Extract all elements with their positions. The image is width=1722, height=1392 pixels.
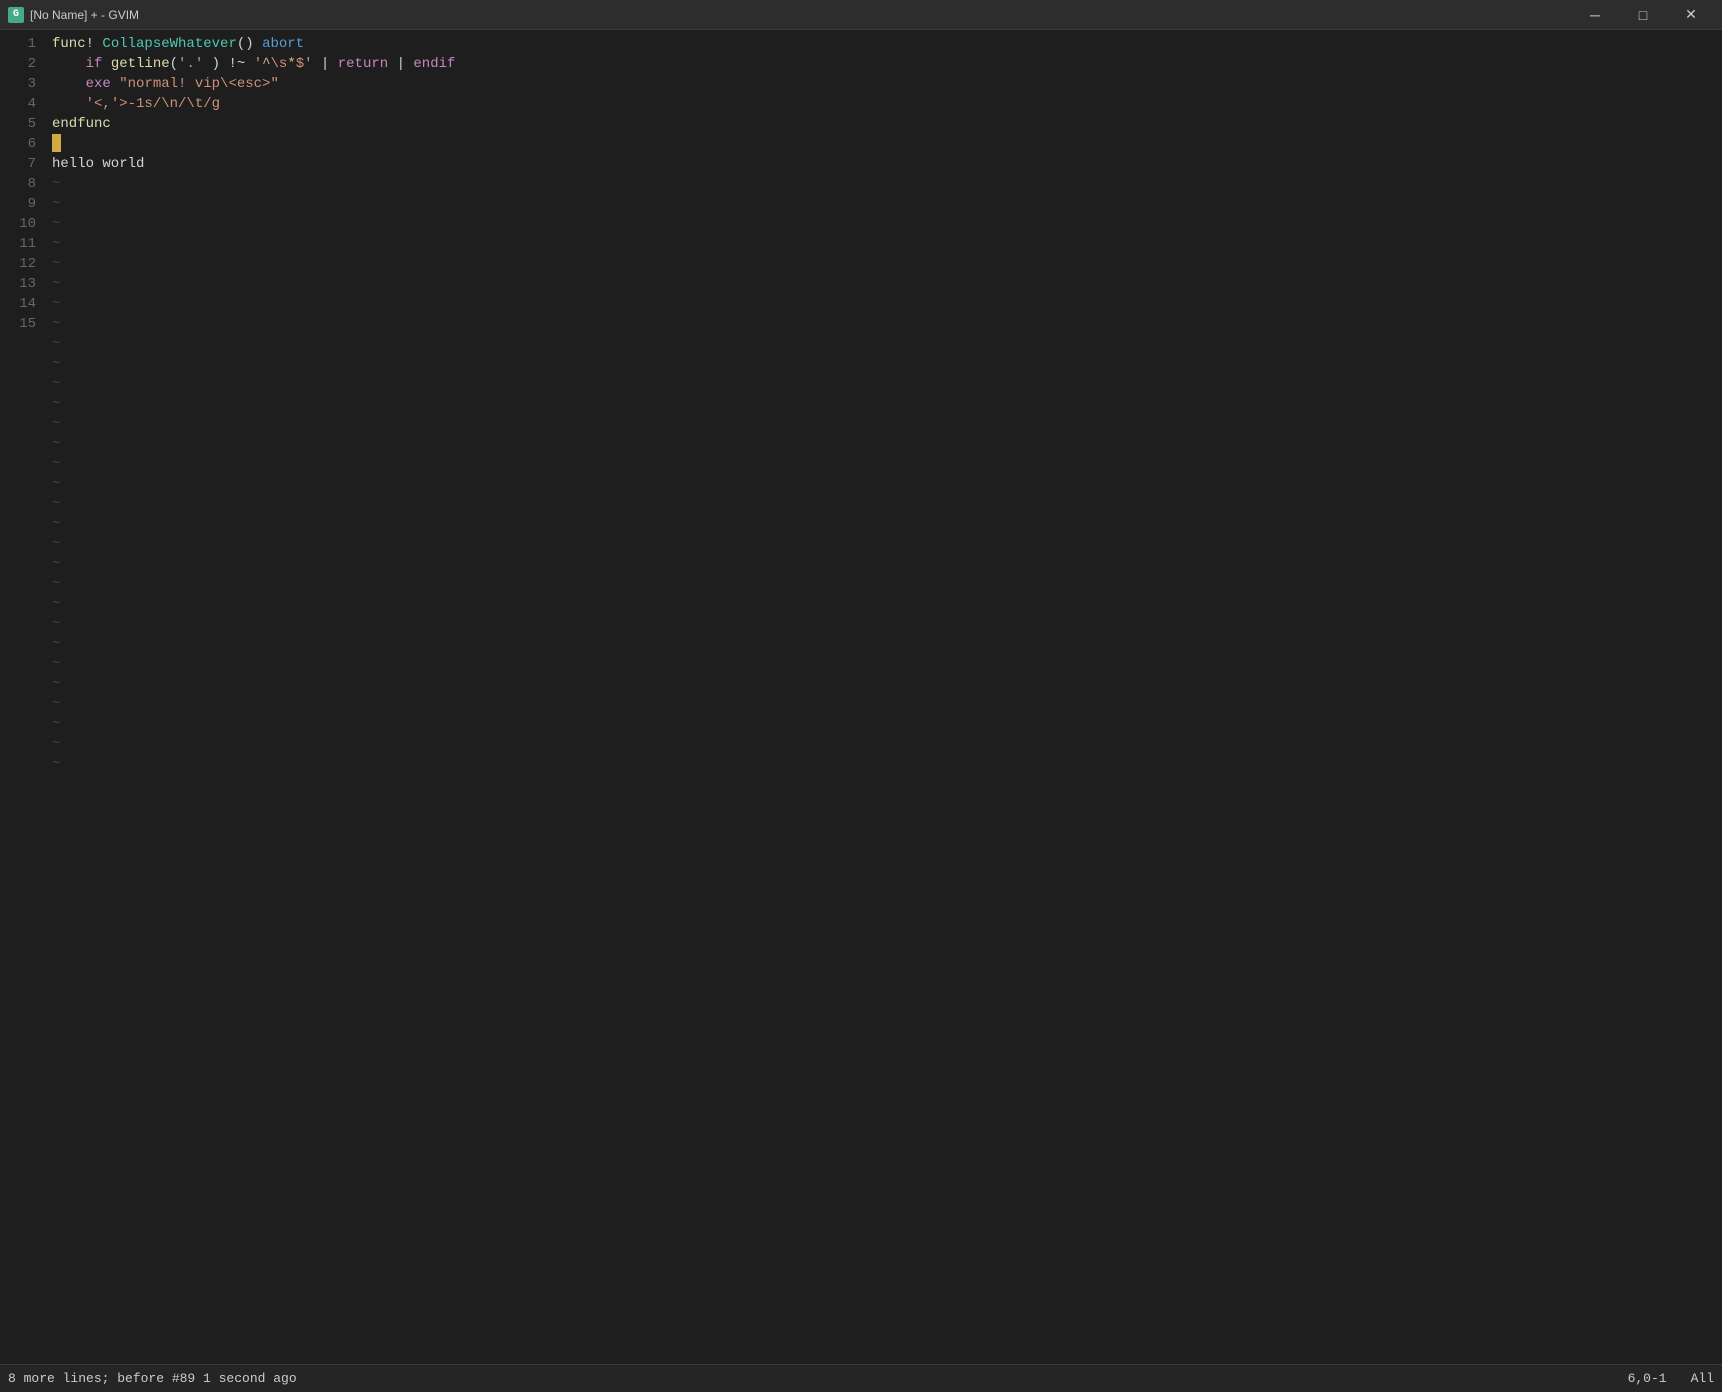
editor[interactable]: 123456789101112131415 func! CollapseWhat…	[0, 30, 1722, 1364]
line-number: 12	[0, 254, 48, 274]
code-line: func! CollapseWhatever() abort	[52, 34, 1722, 54]
tilde-marker: ~	[52, 634, 1722, 654]
tilde-marker: ~	[52, 174, 1722, 194]
code-line: endfunc	[52, 114, 1722, 134]
tilde-marker: ~	[52, 674, 1722, 694]
tilde-marker: ~	[52, 194, 1722, 214]
tilde-marker: ~	[52, 494, 1722, 514]
tilde-marker: ~	[52, 754, 1722, 774]
tilde-marker: ~	[52, 394, 1722, 414]
line-number: 11	[0, 234, 48, 254]
tilde-marker: ~	[52, 614, 1722, 634]
tilde-marker: ~	[52, 534, 1722, 554]
tilde-marker: ~	[52, 214, 1722, 234]
window-title: [No Name] + - GVIM	[30, 8, 139, 22]
line-numbers: 123456789101112131415	[0, 30, 48, 1364]
tilde-marker: ~	[52, 354, 1722, 374]
window-controls: ─ □ ✕	[1572, 0, 1714, 30]
tilde-marker: ~	[52, 374, 1722, 394]
tilde-marker: ~	[52, 234, 1722, 254]
statusbar: 8 more lines; before #89 1 second ago 6,…	[0, 1364, 1722, 1392]
status-message: 8 more lines; before #89 1 second ago	[8, 1371, 297, 1386]
tilde-marker: ~	[52, 414, 1722, 434]
line-number: 10	[0, 214, 48, 234]
tilde-marker: ~	[52, 694, 1722, 714]
tilde-marker: ~	[52, 654, 1722, 674]
tilde-marker: ~	[52, 554, 1722, 574]
cursor-position: 6,0-1	[1628, 1371, 1667, 1386]
tilde-marker: ~	[52, 294, 1722, 314]
tilde-marker: ~	[52, 574, 1722, 594]
line-number: 5	[0, 114, 48, 134]
code-line: if getline('.' ) !~ '^\s*$' | return | e…	[52, 54, 1722, 74]
app-icon: G	[8, 7, 24, 23]
line-number: 7	[0, 154, 48, 174]
line-number: 4	[0, 94, 48, 114]
tilde-marker: ~	[52, 434, 1722, 454]
code-line: hello world	[52, 154, 1722, 174]
line-number: 3	[0, 74, 48, 94]
tilde-marker: ~	[52, 734, 1722, 754]
tilde-marker: ~	[52, 274, 1722, 294]
code-line: '<,'>-1s/\n/\t/g	[52, 94, 1722, 114]
line-number: 6	[0, 134, 48, 154]
titlebar-left: G [No Name] + - GVIM	[8, 7, 139, 23]
maximize-button[interactable]: □	[1620, 0, 1666, 30]
line-number: 1	[0, 34, 48, 54]
titlebar: G [No Name] + - GVIM ─ □ ✕	[0, 0, 1722, 30]
tilde-marker: ~	[52, 314, 1722, 334]
tilde-marker: ~	[52, 514, 1722, 534]
tilde-marker: ~	[52, 254, 1722, 274]
tilde-marker: ~	[52, 334, 1722, 354]
tilde-marker: ~	[52, 594, 1722, 614]
line-number: 15	[0, 314, 48, 334]
line-number: 2	[0, 54, 48, 74]
minimize-button[interactable]: ─	[1572, 0, 1618, 30]
code-content[interactable]: func! CollapseWhatever() abort if getlin…	[48, 30, 1722, 1364]
close-button[interactable]: ✕	[1668, 0, 1714, 30]
tilde-marker: ~	[52, 474, 1722, 494]
line-number: 13	[0, 274, 48, 294]
code-line	[52, 134, 1722, 154]
scroll-position: All	[1691, 1371, 1714, 1386]
status-right: 6,0-1 All	[1628, 1371, 1714, 1386]
tilde-marker: ~	[52, 454, 1722, 474]
line-number: 14	[0, 294, 48, 314]
line-number: 8	[0, 174, 48, 194]
code-area: 123456789101112131415 func! CollapseWhat…	[0, 30, 1722, 1364]
line-number: 9	[0, 194, 48, 214]
code-line: exe "normal! vip\<esc>"	[52, 74, 1722, 94]
tilde-marker: ~	[52, 714, 1722, 734]
